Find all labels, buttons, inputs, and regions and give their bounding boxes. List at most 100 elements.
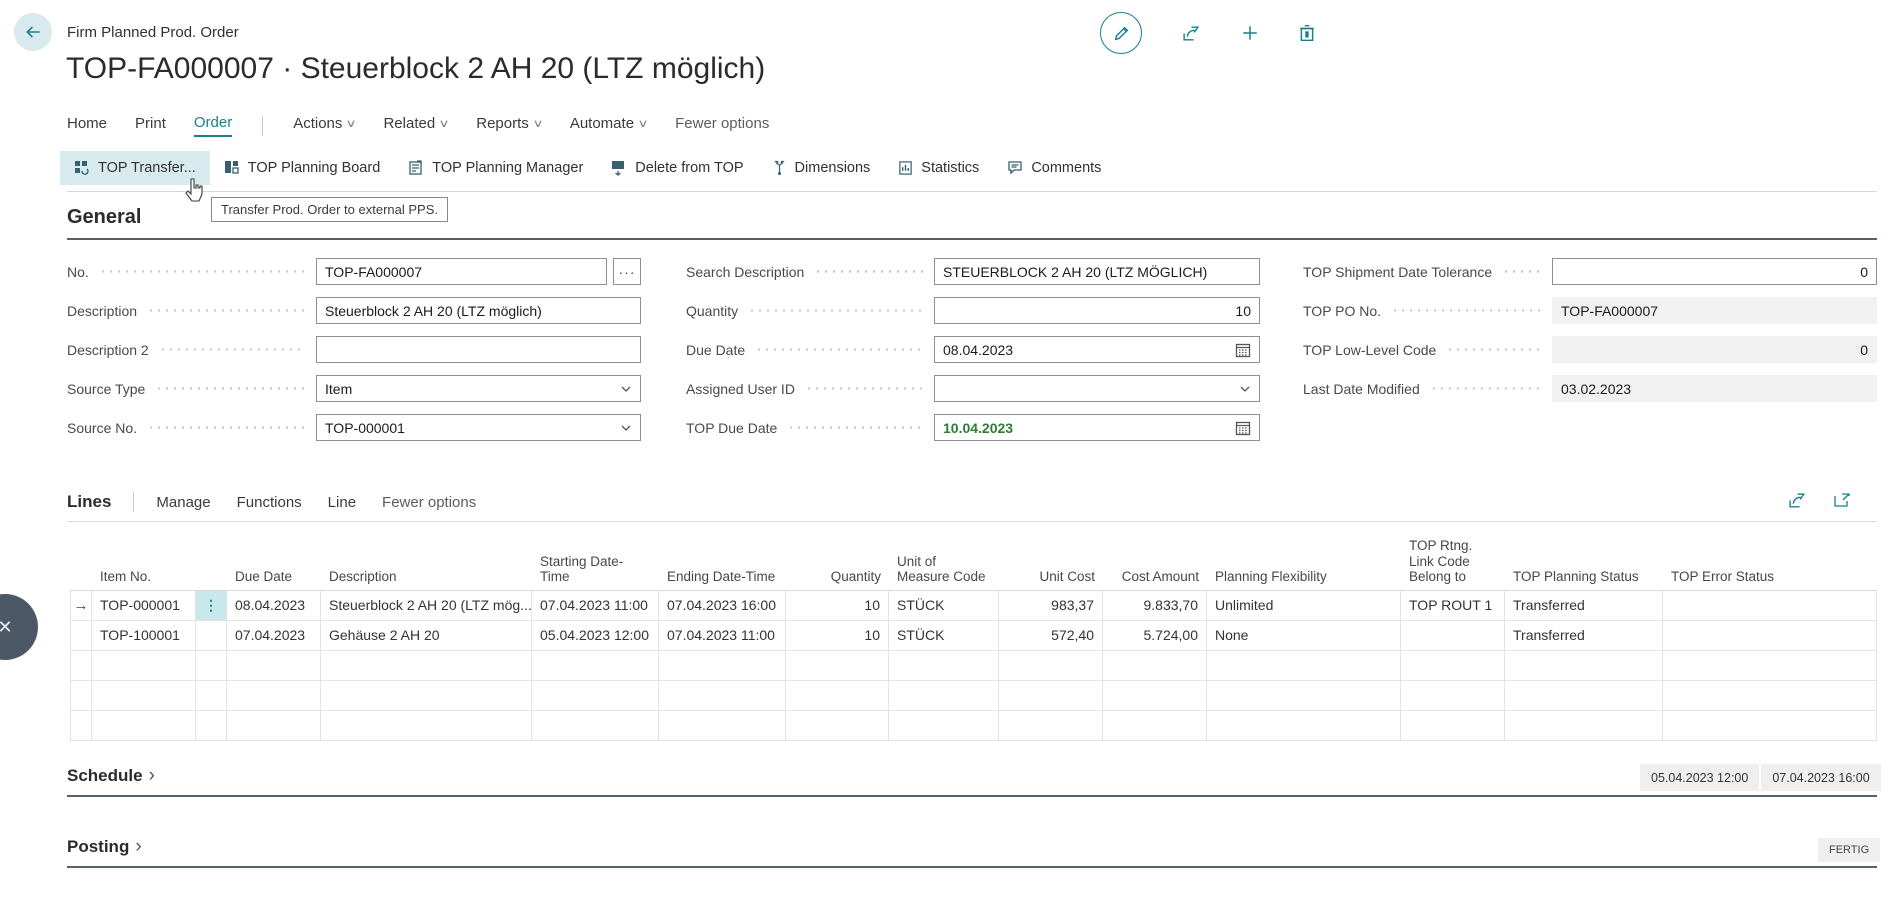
table-cell[interactable] [659,711,786,740]
table-cell[interactable] [1207,651,1401,680]
assist-edit-button[interactable]: ··· [613,258,641,285]
schedule-section-heading[interactable]: Schedule› [67,765,155,787]
table-cell[interactable]: Transferred [1505,621,1663,650]
row-menu-cell[interactable] [196,651,227,680]
table-cell[interactable]: Gehäuse 2 AH 20 [321,621,532,650]
table-cell[interactable]: Transferred [1505,591,1663,620]
row-marker-cell[interactable] [70,651,92,680]
table-cell[interactable] [1401,681,1505,710]
column-header-top-rtng-link-code-belong-to[interactable]: TOP Rtng. Link Code Belong to [1401,536,1505,590]
table-cell[interactable] [786,681,889,710]
toolbar-button-statistics[interactable]: Statistics [884,151,993,185]
field-value[interactable]: TOP-000001 [325,420,614,436]
field-value[interactable]: 0 [1561,264,1868,280]
field-input[interactable]: Steuerblock 2 AH 20 (LTZ möglich) [316,297,641,324]
column-header-cost-amount[interactable]: Cost Amount [1103,567,1207,590]
table-cell[interactable]: TOP ROUT 1 [1401,591,1505,620]
table-cell[interactable]: 10 [786,591,889,620]
table-cell[interactable] [227,681,321,710]
table-cell[interactable]: 983,37 [999,591,1103,620]
row-menu-cell[interactable] [196,711,227,740]
table-cell[interactable] [786,651,889,680]
table-cell[interactable] [999,651,1103,680]
general-section-heading[interactable]: General [67,206,141,229]
lines-open-in-new-button[interactable] [1833,492,1851,509]
table-cell[interactable]: 08.04.2023 [227,591,321,620]
delete-button[interactable] [1299,24,1315,42]
table-cell[interactable] [227,651,321,680]
column-header-due-date[interactable]: Due Date [227,567,321,590]
field-input[interactable]: TOP-000001 [316,414,641,441]
table-cell[interactable]: None [1207,621,1401,650]
column-header-unit-cost[interactable]: Unit Cost [999,567,1103,590]
field-value[interactable]: 10 [943,303,1251,319]
field-input[interactable]: 10.04.2023 [934,414,1260,441]
table-cell[interactable] [92,681,196,710]
table-cell[interactable]: STÜCK [889,621,999,650]
menu-item-fewer-options[interactable]: Fewer options [675,115,769,136]
row-marker-cell[interactable] [70,621,92,650]
floating-helper-button[interactable]: ✕ [0,594,38,660]
calendar-icon[interactable] [1235,420,1251,436]
table-cell[interactable] [889,681,999,710]
column-header-description[interactable]: Description [321,567,532,590]
table-cell[interactable] [532,711,659,740]
column-header-ending-date-time[interactable]: Ending Date-Time [659,567,786,590]
menu-item-home[interactable]: Home [67,115,107,136]
table-cell[interactable]: STÜCK [889,591,999,620]
menu-item-actions[interactable]: Actions∨ [293,115,355,136]
table-cell[interactable] [1505,681,1663,710]
table-cell[interactable] [999,681,1103,710]
field-value[interactable]: Steuerblock 2 AH 20 (LTZ möglich) [325,303,632,319]
table-cell[interactable] [1207,711,1401,740]
table-cell[interactable]: 07.04.2023 11:00 [659,621,786,650]
column-header-item-no-[interactable]: Item No. [92,567,196,590]
posting-section-heading[interactable]: Posting› [67,836,142,858]
chevron-down-icon[interactable] [620,383,632,395]
table-cell[interactable] [321,651,532,680]
table-cell[interactable] [1663,651,1877,680]
column-header-top-planning-status[interactable]: TOP Planning Status [1505,567,1663,590]
table-cell[interactable] [92,711,196,740]
field-value[interactable]: STEUERBLOCK 2 AH 20 (LTZ MÖGLICH) [943,264,1251,280]
toolbar-button-delete-from-top[interactable]: Delete from TOP [597,151,757,185]
back-button[interactable] [14,13,52,51]
menu-item-order[interactable]: Order [194,114,232,137]
field-input[interactable]: 08.04.2023 [934,336,1260,363]
column-header-unit-of-measure-code[interactable]: Unit of Measure Code [889,552,999,590]
share-button[interactable] [1182,25,1201,42]
row-marker-cell[interactable] [70,681,92,710]
menu-item-automate[interactable]: Automate∨ [570,115,647,136]
column-header-top-error-status[interactable]: TOP Error Status [1663,567,1877,590]
toolbar-button-top-planning-manager[interactable]: TOP Planning Manager [394,151,597,185]
menu-item-print[interactable]: Print [135,115,166,136]
column-header-planning-flexibility[interactable]: Planning Flexibility [1207,567,1401,590]
table-cell[interactable] [1103,651,1207,680]
table-cell[interactable] [1401,711,1505,740]
table-cell[interactable] [1505,711,1663,740]
table-cell[interactable] [321,681,532,710]
table-cell[interactable]: TOP-100001 [92,621,196,650]
table-cell[interactable] [999,711,1103,740]
column-header-quantity[interactable]: Quantity [786,567,889,590]
table-cell[interactable] [659,651,786,680]
table-cell[interactable] [1663,711,1877,740]
field-input[interactable]: STEUERBLOCK 2 AH 20 (LTZ MÖGLICH) [934,258,1260,285]
table-cell[interactable]: 572,40 [999,621,1103,650]
table-cell[interactable] [659,681,786,710]
row-marker-cell[interactable]: → [70,591,92,620]
table-cell[interactable] [1103,681,1207,710]
lines-share-button[interactable] [1788,492,1807,509]
table-cell[interactable] [1663,681,1877,710]
edit-button[interactable] [1100,12,1142,54]
table-cell[interactable] [532,651,659,680]
table-cell[interactable]: 9.833,70 [1103,591,1207,620]
table-cell[interactable]: Steuerblock 2 AH 20 (LTZ mög... [321,591,532,620]
menu-item-reports[interactable]: Reports∨ [476,115,542,136]
table-cell[interactable] [1505,651,1663,680]
lines-menu-line[interactable]: Line [328,494,356,511]
chevron-down-icon[interactable] [620,422,632,434]
toolbar-button-comments[interactable]: Comments [993,151,1115,185]
calendar-icon[interactable] [1235,342,1251,358]
table-cell[interactable]: Unlimited [1207,591,1401,620]
